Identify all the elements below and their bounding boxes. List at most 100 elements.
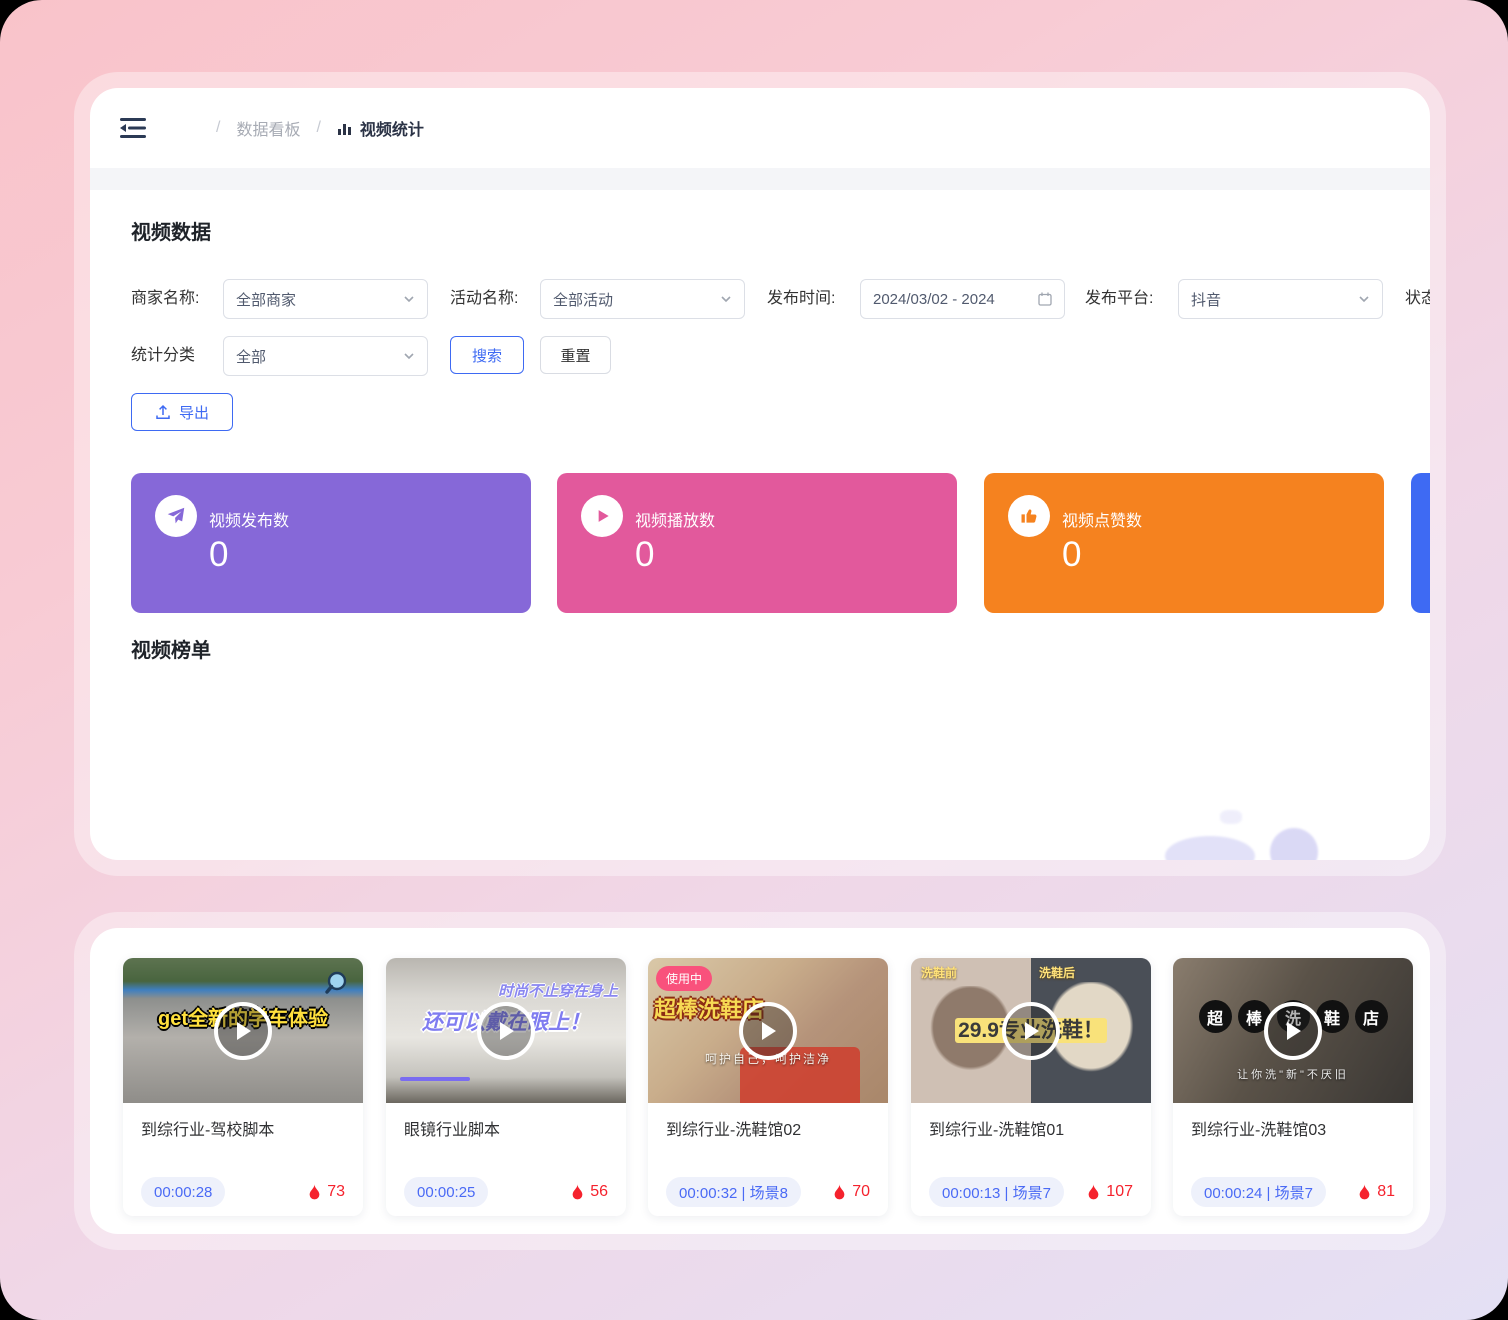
header-divider-strip [90, 168, 1430, 190]
video-leaderboard-panel: get全新的学车体验 到综行业-驾校脚本 00:00:28 73 [90, 928, 1430, 1234]
date-range-picker[interactable]: 2024/03/02 - 2024 [860, 279, 1065, 319]
heat-value: 81 [1377, 1183, 1395, 1201]
play-button-icon[interactable] [1002, 1002, 1060, 1060]
stat-card-plays[interactable]: 视频播放数 0 [557, 473, 957, 613]
video-thumbnail[interactable]: get全新的学车体验 [123, 958, 363, 1103]
chevron-down-icon [1358, 293, 1370, 305]
in-use-badge: 使用中 [656, 966, 712, 991]
flame-icon [571, 1184, 584, 1201]
duration-badge: 00:00:24 | 场景7 [1191, 1177, 1326, 1207]
leaderboard-title: 视频榜单 [131, 634, 211, 663]
breadcrumb-separator: / [316, 119, 320, 137]
merchant-label: 商家名称: [131, 279, 199, 319]
video-card[interactable]: 时尚不止穿在身上 还可以戴在眼上！ 眼镜行业脚本 00:00:25 56 [386, 958, 626, 1216]
heat-count: 56 [571, 1183, 608, 1201]
chevron-down-icon [403, 350, 415, 362]
page-title: 视频数据 [131, 216, 211, 245]
video-thumbnail[interactable]: 洗鞋前 洗鞋后 29.9专业洗鞋！ [911, 958, 1151, 1103]
video-card[interactable]: 超 棒 洗 鞋 店 让你洗"新"不厌旧 到综行业-洗鞋馆03 00:00:24 … [1173, 958, 1413, 1216]
play-button-icon[interactable] [739, 1002, 797, 1060]
thumbnail-overlay-subtext: 让你洗"新"不厌旧 [1173, 1066, 1413, 1082]
activity-label: 活动名称: [450, 279, 518, 319]
play-button-icon[interactable] [477, 1002, 535, 1060]
category-select-value: 全部 [236, 346, 266, 367]
stat-card-publish[interactable]: 视频发布数 0 [131, 473, 531, 613]
heat-value: 107 [1106, 1183, 1133, 1201]
video-card[interactable]: 使用中 超棒洗鞋店 呵护自己，呵护洁净 到综行业-洗鞋馆02 00:00:32 … [648, 958, 888, 1216]
video-title: 到综行业-洗鞋馆02 [666, 1116, 874, 1140]
heat-count: 81 [1358, 1183, 1395, 1201]
page-background: / 数据看板 / 视频统计 视频数据 商家名称: 全部商家 活动名称: 全部活动 [0, 0, 1508, 1320]
breadcrumb-separator: / [216, 119, 220, 137]
platform-select[interactable]: 抖音 [1178, 279, 1383, 319]
heat-value: 70 [852, 1183, 870, 1201]
breadcrumb: / 数据看板 / 视频统计 [216, 88, 424, 168]
video-title: 到综行业-洗鞋馆03 [1191, 1116, 1399, 1140]
thumbs-up-icon [1008, 495, 1050, 537]
heat-value: 73 [327, 1183, 345, 1201]
stat-label: 视频发布数 [209, 507, 289, 531]
paper-plane-icon [155, 495, 197, 537]
dashboard-panel: / 数据看板 / 视频统计 视频数据 商家名称: 全部商家 活动名称: 全部活动 [90, 88, 1430, 860]
status-label: 状态 [1405, 279, 1430, 319]
platform-select-value: 抖音 [1191, 289, 1221, 310]
chevron-down-icon [403, 293, 415, 305]
video-card[interactable]: get全新的学车体验 到综行业-驾校脚本 00:00:28 73 [123, 958, 363, 1216]
progress-bar [400, 1077, 470, 1081]
stat-value: 0 [1062, 535, 1081, 575]
breadcrumb-current: 视频统计 [337, 116, 424, 140]
magnifier-icon [325, 970, 353, 1003]
flame-icon [833, 1184, 846, 1201]
stat-label: 视频点赞数 [1062, 507, 1142, 531]
category-select[interactable]: 全部 [223, 336, 428, 376]
reset-button-label: 重置 [560, 345, 590, 366]
publish-time-label: 发布时间: [767, 279, 835, 319]
export-button[interactable]: 导出 [131, 393, 233, 431]
play-button-icon[interactable] [214, 1002, 272, 1060]
watermark [1095, 810, 1375, 860]
reset-button[interactable]: 重置 [540, 336, 611, 374]
duration-badge: 00:00:13 | 场景7 [929, 1177, 1064, 1207]
video-card[interactable]: 洗鞋前 洗鞋后 29.9专业洗鞋！ 到综行业-洗鞋馆01 00:00:13 | … [911, 958, 1151, 1216]
stat-value: 0 [209, 535, 228, 575]
play-button-icon[interactable] [1264, 1002, 1322, 1060]
video-thumbnail[interactable]: 使用中 超棒洗鞋店 呵护自己，呵护洁净 [648, 958, 888, 1103]
before-tag: 洗鞋前 [921, 964, 957, 981]
upload-icon [155, 404, 171, 420]
search-button-label: 搜索 [472, 345, 502, 366]
stat-label: 视频播放数 [635, 507, 715, 531]
merchant-select-value: 全部商家 [236, 289, 296, 310]
heat-count: 70 [833, 1183, 870, 1201]
calendar-icon [1038, 292, 1052, 306]
video-title: 到综行业-洗鞋馆01 [929, 1116, 1137, 1140]
date-range-value: 2024/03/02 - 2024 [873, 291, 995, 308]
flame-icon [308, 1184, 321, 1201]
heat-count: 107 [1087, 1183, 1133, 1201]
stat-card-partial[interactable] [1411, 473, 1430, 613]
duration-badge: 00:00:28 [141, 1177, 225, 1207]
activity-select-value: 全部活动 [553, 289, 613, 310]
stat-card-likes[interactable]: 视频点赞数 0 [984, 473, 1384, 613]
video-title: 到综行业-驾校脚本 [141, 1116, 349, 1140]
video-thumbnail[interactable]: 时尚不止穿在身上 还可以戴在眼上！ [386, 958, 626, 1103]
video-title: 眼镜行业脚本 [404, 1116, 612, 1140]
heat-count: 73 [308, 1183, 345, 1201]
duration-badge: 00:00:32 | 场景8 [666, 1177, 801, 1207]
merchant-select[interactable]: 全部商家 [223, 279, 428, 319]
flame-icon [1087, 1184, 1100, 1201]
platform-label: 发布平台: [1085, 279, 1153, 319]
menu-fold-icon[interactable] [120, 117, 146, 139]
after-tag: 洗鞋后 [1039, 964, 1075, 981]
flame-icon [1358, 1184, 1371, 1201]
search-button[interactable]: 搜索 [450, 336, 524, 374]
bar-chart-icon [337, 121, 352, 136]
activity-select[interactable]: 全部活动 [540, 279, 745, 319]
stat-value: 0 [635, 535, 654, 575]
category-label: 统计分类 [131, 336, 195, 376]
breadcrumb-current-label: 视频统计 [360, 116, 424, 140]
heat-value: 56 [590, 1183, 608, 1201]
chevron-down-icon [720, 293, 732, 305]
thumbnail-overlay-text: 时尚不止穿在身上 [498, 980, 618, 1001]
video-thumbnail[interactable]: 超 棒 洗 鞋 店 让你洗"新"不厌旧 [1173, 958, 1413, 1103]
breadcrumb-dashboard[interactable]: 数据看板 [236, 116, 300, 140]
